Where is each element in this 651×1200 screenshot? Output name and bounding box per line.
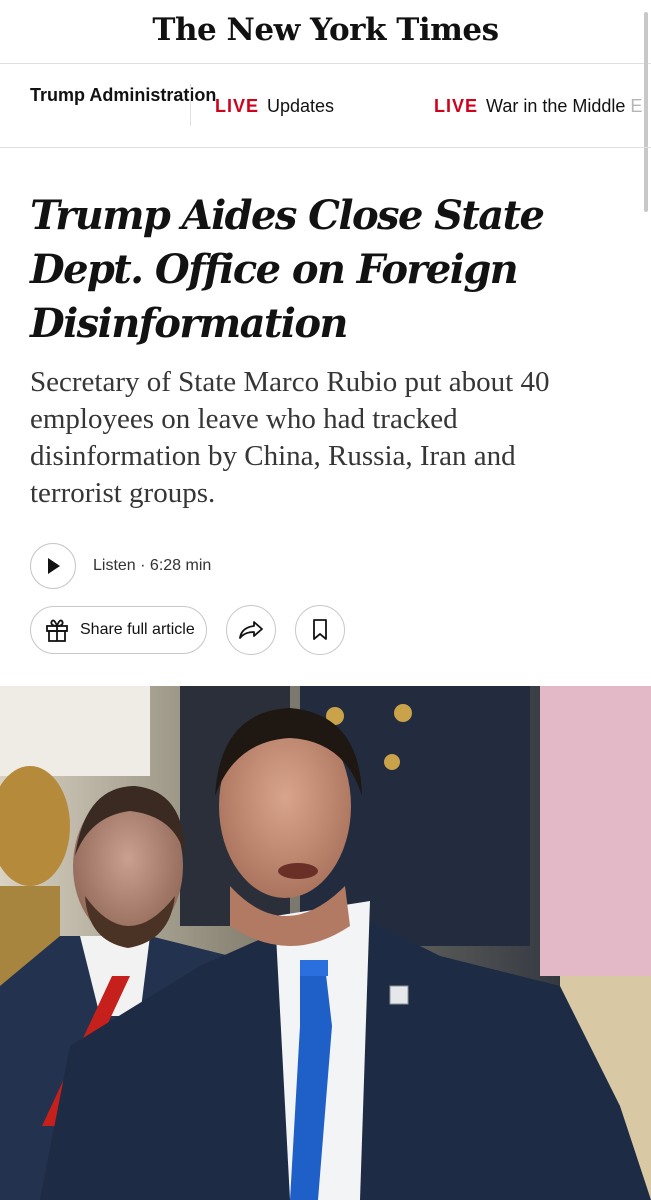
share-button[interactable] [225, 605, 276, 655]
gift-icon [46, 619, 68, 642]
listen-control[interactable]: Listen · 6:28 min [30, 542, 211, 590]
listen-duration: Listen · 6:28 min [93, 557, 212, 574]
nav-link-label: Updates [267, 96, 335, 116]
article-lead-photo [0, 686, 651, 1200]
nav-link-live-updates[interactable]: LIVE Updates [215, 96, 334, 116]
share-toolbar: Share full article [30, 605, 345, 655]
bookmark-icon [312, 619, 327, 640]
share-full-article-label: Share full article [80, 621, 195, 638]
play-icon [48, 558, 60, 574]
share-arrow-icon [238, 621, 263, 639]
nav-divider [190, 84, 191, 126]
live-badge: LIVE [434, 96, 479, 116]
nav-link-live-war[interactable]: LIVE War in the Middle E [434, 96, 642, 116]
save-button[interactable] [294, 605, 345, 655]
section-label[interactable]: Trump Administration [30, 85, 216, 105]
play-button[interactable] [30, 543, 76, 589]
nav-link-faded-text: E [630, 96, 643, 116]
nyt-logo[interactable]: The New York Times [152, 12, 499, 48]
share-full-article-button[interactable]: Share full article [30, 606, 207, 654]
photo-illustration [0, 686, 651, 1200]
live-badge: LIVE [215, 96, 260, 116]
nav-link-label: War in the Middle [486, 96, 626, 116]
section-nav: Trump Administration LIVE Updates LIVE War… [0, 64, 651, 148]
article-headline: Trump Aides Close State Dept. Office on … [30, 192, 545, 347]
article-summary: Secretary of State Marco Rubio put about… [30, 366, 550, 509]
masthead: The New York Times [0, 0, 651, 64]
